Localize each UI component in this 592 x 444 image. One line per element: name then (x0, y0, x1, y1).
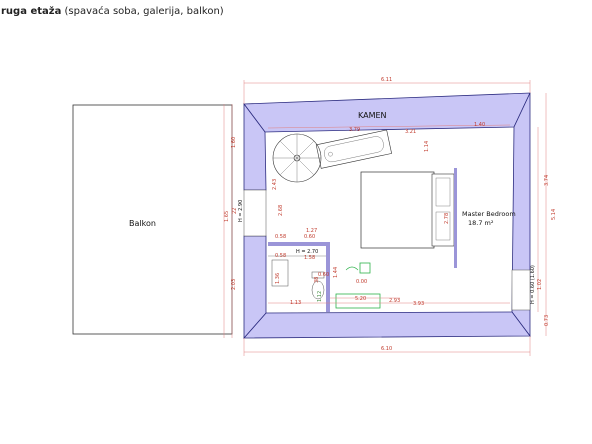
h-right: H = 0.60 (1.60) (530, 265, 536, 304)
room-name: Master Bedroom (462, 210, 516, 218)
dim-293: 2.93 (389, 298, 400, 304)
bedroom-partition (454, 168, 457, 268)
kamen-label: KAMEN (358, 111, 387, 120)
dim-left-bottom: 2.03 (231, 279, 237, 290)
door-opening (243, 189, 267, 237)
headboard (431, 173, 455, 247)
dim-058b: 0.58 (275, 253, 286, 259)
dim-113: 1.13 (290, 300, 301, 306)
dim-243: 2.43 (272, 179, 278, 190)
window-east (511, 269, 531, 311)
dim-left-mid-a: 1.65 (224, 211, 230, 222)
dim-38: 38 (314, 277, 320, 283)
green-arc (345, 266, 359, 271)
dim-520: 5.20 (355, 296, 366, 302)
dim-158: 1.58 (304, 255, 315, 261)
dim-058a: 0.58 (275, 234, 286, 240)
wall-north (243, 92, 531, 133)
dim-bottom-total: 6.10 (381, 346, 392, 352)
dim-right-d: 0.73 (544, 315, 550, 326)
stair-treads (273, 134, 321, 182)
dim-136: 1.36 (275, 273, 281, 284)
room-area: 18.7 m² (468, 219, 494, 227)
dim-left-top: 1.60 (231, 137, 237, 148)
bed (360, 171, 435, 249)
dim-right-c: 1.02 (537, 279, 543, 290)
dim-140: 1.40 (474, 122, 485, 128)
dim-right-b: 5.14 (551, 209, 557, 220)
dim-000: 0.00 (356, 279, 367, 285)
dim-379: 3.79 (349, 127, 360, 133)
floor-plan: Balkon KAMEN Master Bedroom 18.7 m² H = … (72, 77, 557, 356)
bathtub (315, 129, 392, 169)
dim-144: 1.44 (333, 267, 339, 278)
dim-top-total: 6.11 (381, 77, 392, 83)
dim-114: 1.14 (424, 141, 430, 152)
dim-060a: 0.60 (304, 234, 315, 240)
dim-right-a: 3.74 (544, 175, 550, 186)
balcony-label: Balkon (129, 219, 156, 228)
dim-278: 2.78 (444, 213, 450, 224)
dim-321: 3.21 (405, 129, 416, 135)
dim-112: 1.12 (317, 291, 323, 302)
h-left: H = 2.90 (238, 200, 244, 222)
wall-south (243, 311, 531, 339)
dim-268: 2.68 (278, 205, 284, 216)
green-sink (359, 262, 371, 274)
dim-393: 3.93 (413, 301, 424, 307)
